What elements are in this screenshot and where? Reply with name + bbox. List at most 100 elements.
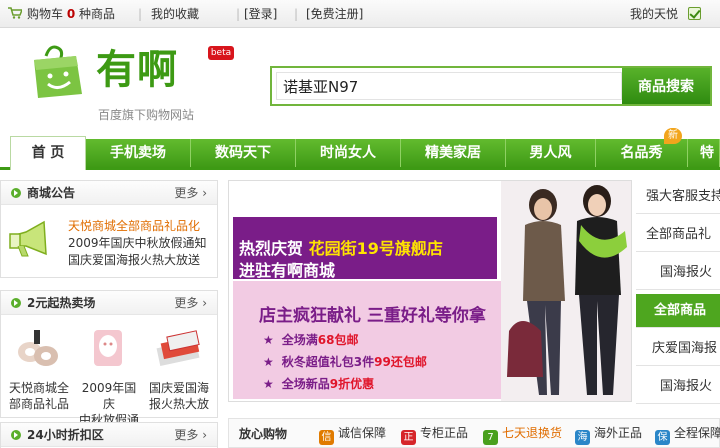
search-button[interactable]: 商品搜索 bbox=[622, 68, 710, 104]
main-nav: 首 页 手机卖场 数码天下 时尚女人 精美家居 男人风 名品秀 特 bbox=[0, 136, 720, 170]
banner-subline: 进驻有啊商城 bbox=[239, 261, 336, 280]
product-caption[interactable]: 天悦商城全 部商品礼品 bbox=[6, 380, 72, 412]
assurance-label: 全程保障 bbox=[674, 426, 720, 440]
assurance-item[interactable]: 海海外正品 bbox=[575, 425, 642, 445]
separator: | bbox=[294, 7, 299, 21]
bullet-text: 全场新品 bbox=[281, 377, 330, 391]
tab-digital[interactable]: 数码天下 bbox=[191, 139, 296, 167]
assurance-title: 放心购物 bbox=[239, 427, 288, 441]
top-bar: 购物车 0 种商品 | 我的收藏 | [登录] | [免费注册] 我的天悦 bbox=[0, 0, 720, 28]
more-label: 更多 bbox=[174, 296, 199, 310]
arrow-bullet-icon bbox=[11, 188, 21, 198]
cart-label: 购物车 bbox=[27, 7, 64, 21]
logo-bag-icon[interactable] bbox=[28, 42, 86, 100]
separator: | bbox=[138, 7, 143, 21]
tab-home-decor[interactable]: 精美家居 bbox=[401, 139, 506, 167]
page: 购物车 0 种商品 | 我的收藏 | [登录] | [免费注册] 我的天悦 有啊… bbox=[0, 0, 720, 448]
assurance-bar: 放心购物 信诚信保障 正专柜正品 7 七天退换货 海海外正品 保全程保障 bbox=[228, 418, 720, 448]
arrow-bullet-icon bbox=[11, 298, 21, 308]
caption-line: 2009年国庆 bbox=[81, 381, 137, 411]
register-link[interactable]: [免费注册] bbox=[306, 6, 363, 22]
product-caption[interactable]: 2009年国庆 中秋放假通 bbox=[76, 380, 142, 428]
assurance-label: 七天退换货 bbox=[502, 426, 563, 440]
credit-icon: 信 bbox=[319, 430, 334, 445]
headline-part: 花园街19号旗舰店 bbox=[308, 239, 443, 258]
assurance-item[interactable]: 保全程保障 bbox=[655, 425, 720, 445]
cart-count: 0 bbox=[66, 7, 76, 21]
notice-item[interactable]: 2009年国庆中秋放假通知 bbox=[68, 235, 207, 251]
tagline: 百度旗下购物网站 bbox=[98, 108, 195, 122]
right-menu-item[interactable]: 庆爱国海报 bbox=[636, 332, 720, 366]
product-image[interactable] bbox=[12, 326, 64, 370]
protection-icon: 保 bbox=[655, 430, 670, 445]
right-menu-item[interactable]: 国海报火 bbox=[636, 370, 720, 404]
product-image[interactable] bbox=[154, 326, 206, 370]
seven-day-return-icon: 7 bbox=[483, 430, 498, 445]
right-menu-item[interactable]: 全部商品礼 bbox=[636, 218, 720, 252]
search-bar: 商品搜索 bbox=[270, 66, 712, 106]
tab-home[interactable]: 首 页 bbox=[10, 136, 86, 170]
panel-header: 2元起热卖场 更多 › bbox=[1, 291, 217, 315]
product-image[interactable] bbox=[84, 326, 136, 370]
banner-bullet: ★ 秋冬超值礼包3件99还包邮 bbox=[263, 353, 427, 370]
more-link[interactable]: 更多 › bbox=[174, 295, 207, 311]
banner-bullet: ★ 全场新品9折优惠 bbox=[263, 375, 374, 392]
tab-special[interactable]: 特 bbox=[688, 139, 720, 167]
right-menu-item[interactable]: 强大客服支持 bbox=[636, 180, 720, 214]
banner-bullet: ★ 全场满68包邮 bbox=[263, 331, 358, 348]
separator: | bbox=[236, 7, 241, 21]
notice-item[interactable]: 天悦商城全部商品礼品化 bbox=[68, 218, 200, 234]
discount-panel: 24小时折扣区 更多 › bbox=[0, 422, 218, 448]
promo-banner[interactable]: 热烈庆贺 花园街19号旗舰店 进驻有啊商城 店主疯狂献礼 三重好礼等你拿 ★ 全场… bbox=[228, 180, 632, 402]
overseas-icon: 海 bbox=[575, 430, 590, 445]
star-icon: ★ bbox=[263, 377, 274, 391]
my-account-link[interactable]: 我的天悦 bbox=[630, 6, 678, 22]
bullet-text: 秋冬超值礼包3件 bbox=[281, 355, 375, 369]
star-icon: ★ bbox=[263, 355, 274, 369]
assurance-item[interactable]: 7 七天退换货 bbox=[483, 425, 562, 445]
assurance-item[interactable]: 正专柜正品 bbox=[401, 425, 468, 445]
cart-unit: 种商品 bbox=[79, 7, 116, 21]
cart-link[interactable]: 购物车 0 种商品 bbox=[27, 6, 115, 22]
bullet-text: 全场满 bbox=[281, 333, 318, 347]
right-menu: 强大客服支持 全部商品礼 国海报火 全部商品 庆爱国海报 国海报火 bbox=[636, 180, 720, 404]
notice-item[interactable]: 国庆爱国海报火热大放送 bbox=[68, 252, 200, 268]
check-icon[interactable] bbox=[688, 7, 701, 20]
more-link[interactable]: 更多 › bbox=[174, 427, 207, 443]
logo-text[interactable]: 有啊 bbox=[96, 46, 178, 94]
search-input[interactable] bbox=[276, 72, 622, 100]
panel-header: 商城公告 更多 › bbox=[1, 181, 217, 205]
genuine-icon: 正 bbox=[401, 430, 416, 445]
product-caption[interactable]: 国庆爱国海 报火热大放 bbox=[146, 380, 212, 412]
assurance-label: 海外正品 bbox=[594, 426, 643, 440]
bullet-highlight: 99还包邮 bbox=[374, 355, 427, 369]
panel-title: 2元起热卖场 bbox=[27, 296, 96, 310]
headline-part: 热烈庆贺 bbox=[239, 239, 304, 258]
caption-line: 天悦商城全 bbox=[8, 381, 69, 395]
cart-icon bbox=[8, 7, 22, 19]
right-menu-item-active[interactable]: 全部商品 bbox=[636, 294, 720, 328]
caption-line: 部商品礼品 bbox=[8, 397, 69, 411]
tab-women[interactable]: 时尚女人 bbox=[296, 139, 401, 167]
bullet-highlight: 68包邮 bbox=[317, 333, 359, 347]
login-link[interactable]: [登录] bbox=[244, 6, 277, 22]
megaphone-icon bbox=[9, 220, 47, 257]
assurance-label: 诚信保障 bbox=[338, 426, 387, 440]
caption-line: 报火热大放 bbox=[148, 397, 209, 411]
beta-badge: beta bbox=[208, 46, 234, 60]
new-badge: 新 bbox=[664, 128, 682, 144]
panel-header: 24小时折扣区 更多 › bbox=[1, 423, 217, 447]
favorites-link[interactable]: 我的收藏 bbox=[151, 6, 199, 22]
banner-headline: 热烈庆贺 花园街19号旗舰店 bbox=[239, 235, 443, 259]
assurance-item[interactable]: 信诚信保障 bbox=[319, 425, 386, 445]
models-photo bbox=[501, 181, 631, 401]
panel-title: 24小时折扣区 bbox=[27, 428, 104, 442]
tab-men[interactable]: 男人风 bbox=[506, 139, 596, 167]
star-icon: ★ bbox=[263, 333, 274, 347]
right-menu-item[interactable]: 国海报火 bbox=[636, 256, 720, 290]
more-link[interactable]: 更多 › bbox=[174, 185, 207, 201]
banner-slogan: 店主疯狂献礼 三重好礼等你拿 bbox=[259, 306, 486, 326]
caption-line: 国庆爱国海 bbox=[148, 381, 209, 395]
tab-phones[interactable]: 手机卖场 bbox=[86, 139, 191, 167]
assurance-label: 专柜正品 bbox=[420, 426, 469, 440]
